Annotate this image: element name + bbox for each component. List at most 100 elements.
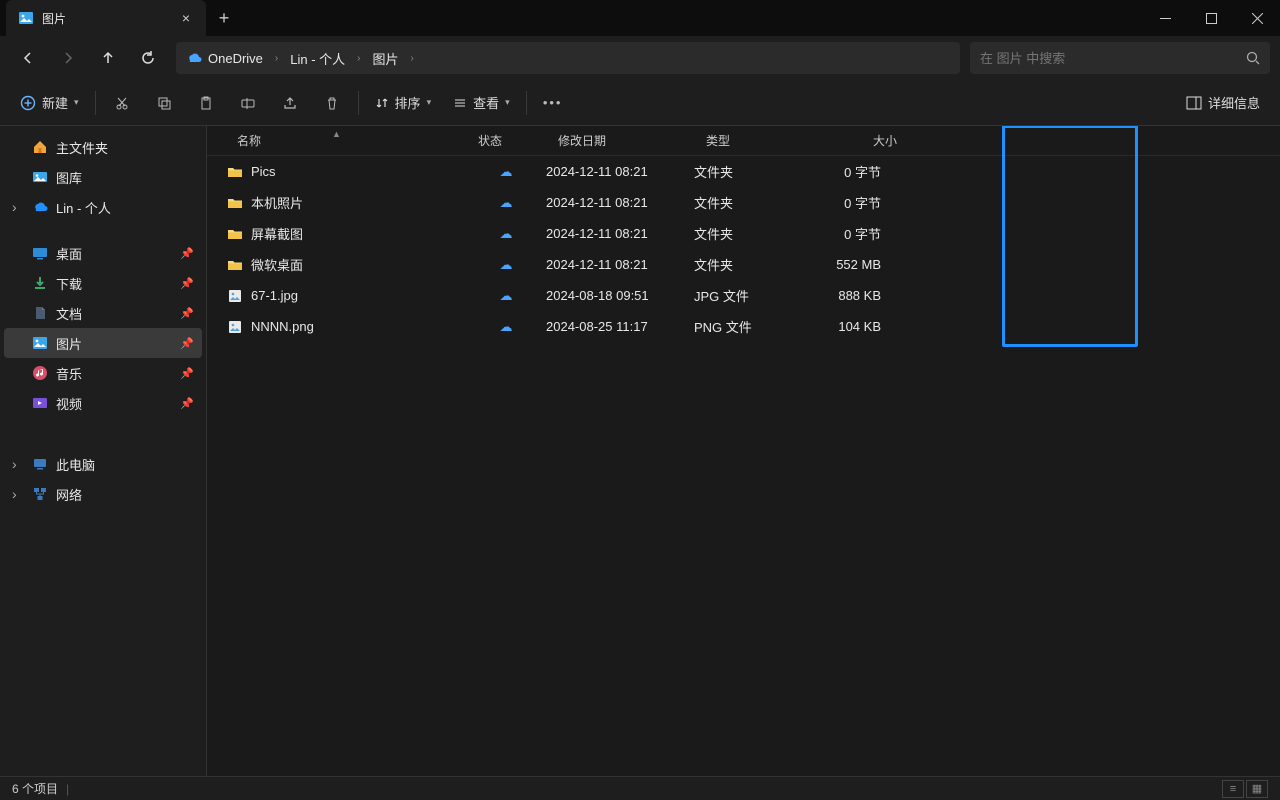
sidebar-item-label: 下载 — [56, 274, 82, 293]
network-icon — [32, 486, 48, 502]
search-input[interactable] — [980, 51, 1240, 66]
folder-icon — [227, 164, 243, 180]
sidebar-item-label: 桌面 — [56, 244, 82, 263]
sidebar: 主文件夹图库 Lin - 个人 桌面📌 下载 📌 文档📌图片📌音乐📌 视频 📌 此电脑网络 — [0, 126, 207, 776]
file-name: Pics — [251, 164, 276, 179]
file-name: 微软桌面 — [251, 255, 303, 274]
file-size: 0 字节 — [789, 162, 909, 181]
breadcrumb-segment[interactable]: 图片 — [373, 49, 399, 68]
sidebar-item-documents[interactable]: 文档📌 — [4, 298, 202, 328]
file-date: 2024-12-11 08:21 — [546, 164, 694, 179]
close-window-button[interactable] — [1234, 0, 1280, 36]
new-button[interactable]: 新建 ▾ — [10, 86, 89, 120]
file-row[interactable]: 67-1.jpg☁2024-08-18 09:51JPG 文件888 KB — [207, 280, 1280, 311]
sidebar-item-music[interactable]: 音乐📌 — [4, 358, 202, 388]
sidebar-item-downloads[interactable]: 下载 📌 — [4, 268, 202, 298]
breadcrumb-segment[interactable]: Lin - 个人 — [290, 49, 345, 68]
rename-button[interactable] — [228, 86, 268, 120]
column-type[interactable]: 类型 — [694, 132, 789, 149]
sidebar-item-label: 文档 — [56, 304, 82, 323]
file-row[interactable]: 本机照片☁2024-12-11 08:21文件夹0 字节 — [207, 187, 1280, 218]
sidebar-item-label: 视频 — [56, 394, 82, 413]
back-button[interactable] — [10, 42, 46, 74]
column-status[interactable]: 状态 — [466, 132, 546, 149]
up-button[interactable] — [90, 42, 126, 74]
folder-icon — [227, 195, 243, 211]
sidebar-item-desktop[interactable]: 桌面📌 — [4, 238, 202, 268]
cut-button[interactable] — [102, 86, 142, 120]
cloud-status-icon: ☁ — [500, 226, 513, 242]
forward-button[interactable] — [50, 42, 86, 74]
chevron-down-icon: ▾ — [427, 97, 432, 108]
address-bar: OneDrive › Lin - 个人 › 图片 › — [0, 36, 1280, 80]
folder-icon — [227, 257, 243, 273]
sidebar-item-pc[interactable]: 此电脑 — [4, 449, 202, 479]
column-date[interactable]: 修改日期 — [546, 132, 694, 149]
file-row[interactable]: 屏幕截图☁2024-12-11 08:21文件夹0 字节 — [207, 218, 1280, 249]
delete-button[interactable] — [312, 86, 352, 120]
sort-indicator-icon: ▲ — [332, 129, 341, 139]
chevron-right-icon: › — [351, 53, 366, 64]
more-button[interactable]: ••• — [533, 86, 573, 120]
column-size[interactable]: 大小 — [789, 132, 909, 149]
breadcrumb[interactable]: OneDrive › Lin - 个人 › 图片 › — [176, 42, 960, 74]
copy-button[interactable] — [144, 86, 184, 120]
new-tab-button[interactable]: + — [206, 8, 242, 29]
sidebar-item-label: 图片 — [56, 334, 82, 353]
sort-button[interactable]: 排序 ▾ — [365, 86, 442, 120]
sidebar-item-label: 此电脑 — [56, 455, 95, 474]
home-icon — [32, 139, 48, 155]
details-view-button[interactable]: ≡ — [1222, 780, 1244, 798]
chevron-down-icon: ▾ — [505, 97, 510, 108]
sidebar-item-network[interactable]: 网络 — [4, 479, 202, 509]
pictures-icon — [18, 10, 34, 26]
file-list: 名称▲ 状态 修改日期 类型 大小 Pics☁2024-12-11 08:21文… — [207, 126, 1280, 776]
file-type: 文件夹 — [694, 224, 789, 243]
maximize-button[interactable] — [1188, 0, 1234, 36]
status-bar: 6 个项目 | ≡ ▦ — [0, 776, 1280, 800]
image-icon — [227, 319, 243, 335]
sidebar-item-videos[interactable]: 视频 📌 — [4, 388, 202, 418]
downloads-icon — [32, 275, 48, 291]
sidebar-item-onedrive[interactable]: Lin - 个人 — [4, 192, 202, 222]
file-size: 0 字节 — [789, 193, 909, 212]
sidebar-item-gallery[interactable]: 图库 — [4, 162, 202, 192]
file-size: 552 MB — [789, 257, 909, 272]
file-type: PNG 文件 — [694, 317, 789, 336]
sidebar-item-home[interactable]: 主文件夹 — [4, 132, 202, 162]
paste-button[interactable] — [186, 86, 226, 120]
minimize-button[interactable] — [1142, 0, 1188, 36]
pin-icon: 📌 — [180, 277, 194, 290]
window-tab[interactable]: 图片 × — [6, 0, 206, 36]
pictures-icon — [32, 335, 48, 351]
folder-icon — [227, 226, 243, 242]
search-box[interactable] — [970, 42, 1270, 74]
details-pane-button[interactable]: 详细信息 — [1176, 93, 1270, 112]
refresh-button[interactable] — [130, 42, 166, 74]
onedrive-icon — [186, 52, 202, 64]
file-row[interactable]: 微软桌面☁2024-12-11 08:21文件夹552 MB — [207, 249, 1280, 280]
file-name: 67-1.jpg — [251, 288, 298, 303]
item-count: 6 个项目 — [12, 780, 58, 797]
file-row[interactable]: NNNN.png☁2024-08-25 11:17PNG 文件104 KB — [207, 311, 1280, 342]
file-name: 屏幕截图 — [251, 224, 303, 243]
share-button[interactable] — [270, 86, 310, 120]
file-date: 2024-08-25 11:17 — [546, 319, 694, 334]
breadcrumb-segment[interactable]: OneDrive — [208, 51, 263, 66]
cloud-status-icon: ☁ — [500, 257, 513, 273]
sidebar-item-label: 图库 — [56, 168, 82, 187]
file-date: 2024-12-11 08:21 — [546, 257, 694, 272]
chevron-down-icon: ▾ — [74, 97, 79, 108]
thumbnails-view-button[interactable]: ▦ — [1246, 780, 1268, 798]
sidebar-item-pictures[interactable]: 图片📌 — [4, 328, 202, 358]
pin-icon: 📌 — [180, 397, 194, 410]
column-name[interactable]: 名称▲ — [207, 132, 466, 149]
sidebar-item-label: Lin - 个人 — [56, 198, 111, 217]
file-name: NNNN.png — [251, 319, 314, 334]
file-name: 本机照片 — [251, 193, 303, 212]
file-row[interactable]: Pics☁2024-12-11 08:21文件夹0 字节 — [207, 156, 1280, 187]
view-button[interactable]: 查看 ▾ — [443, 86, 520, 120]
sidebar-item-label: 网络 — [56, 485, 82, 504]
tab-close-button[interactable]: × — [178, 10, 194, 26]
separator — [358, 91, 359, 115]
